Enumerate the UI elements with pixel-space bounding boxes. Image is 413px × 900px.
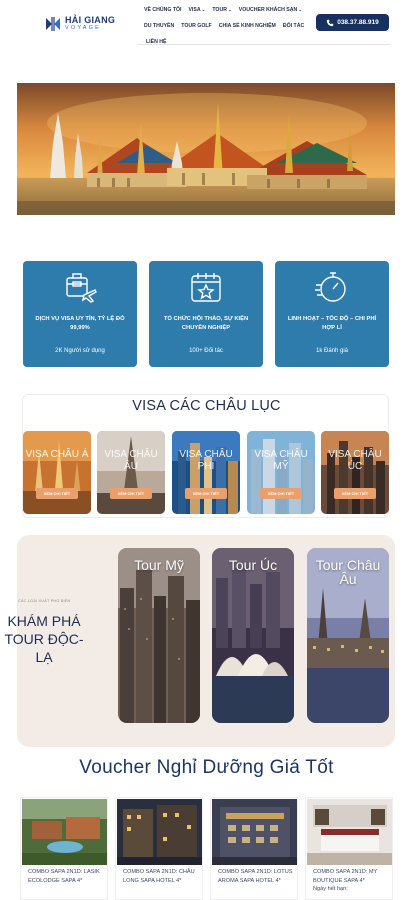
tour-card-australia[interactable]: Tour Úc xyxy=(212,548,294,723)
stat-title: LINH HOẠT – TỐC ĐỘ – CHI PHÍ HỢP LÍ xyxy=(287,316,377,331)
visa-details-button[interactable]: XEM CHI TIẾT xyxy=(185,488,227,499)
visa-details-button[interactable]: XEM CHI TIẾT xyxy=(334,488,376,499)
stat-count: 2K Người sử dụng xyxy=(55,348,105,354)
visa-section-title: VISA CÁC CHÂU LỤC xyxy=(132,398,281,414)
site-header: HẢI GIANG VOYAGE VỀ CHÚNG TÔI VISA⌄ TOUR… xyxy=(0,0,413,48)
header-divider xyxy=(138,44,390,45)
nav-cruise[interactable]: DU THUYỀN xyxy=(144,23,174,29)
voucher-hotel-image xyxy=(22,799,107,865)
visa-card-name: VISA CHÂU PHI xyxy=(179,449,233,472)
tour-card-usa[interactable]: Tour Mỹ xyxy=(118,548,200,723)
visa-card-asia[interactable]: VISA CHÂU Á XEM CHI TIẾT xyxy=(23,431,91,514)
tour-usa-image xyxy=(118,548,200,723)
stat-card-visa: DỊCH VỤ VISA UY TÍN, TỶ LỆ ĐỖ 99,99% 2K … xyxy=(23,261,137,367)
chevron-down-icon: ⌄ xyxy=(298,7,303,12)
voucher-expiry-label: Ngày hết hạn: xyxy=(313,886,348,892)
tour-kicker: CÁC LOẠI XUẤT PHỔ BIẾN xyxy=(18,599,71,603)
hotline-button[interactable]: 038.37.88.919 xyxy=(316,14,389,31)
visa-card-australia[interactable]: VISA CHÂU ÚC XEM CHI TIẾT xyxy=(321,431,389,514)
visa-card-europe[interactable]: VISA CHÂU ÂU XEM CHI TIẾT xyxy=(97,431,165,514)
tour-card-europe[interactable]: Tour Châu Âu xyxy=(307,548,389,723)
stat-title: DỊCH VỤ VISA UY TÍN, TỶ LỆ ĐỖ 99,99% xyxy=(35,316,125,331)
voucher-name: COMBO SAPA 2N1D: LOTUS AROMA SAPA HOTEL … xyxy=(218,869,293,884)
visa-details-button[interactable]: XEM CHI TIẾT xyxy=(110,488,152,499)
tour-card-name: Tour Châu Âu xyxy=(315,557,381,587)
voucher-hotel-image xyxy=(307,799,392,865)
suitcase-plane-icon xyxy=(66,273,97,303)
visa-card-africa[interactable]: VISA CHÂU PHI XEM CHI TIẾT xyxy=(172,431,240,514)
stat-count: 1k Đánh giá xyxy=(315,348,349,354)
visa-details-button[interactable]: XEM CHI TIẾT xyxy=(260,488,302,499)
tour-heading: KHÁM PHÁ TOUR ĐỘC-LẠ xyxy=(4,613,84,665)
voucher-section-title: Voucher Nghỉ Dưỡng Giá Tốt xyxy=(79,757,334,778)
voucher-card[interactable]: COMBO SAPA 2N1D: MY BOUTIQUE SAPA 4* Ngà… xyxy=(305,797,393,900)
logo-icon xyxy=(46,17,60,31)
voucher-name: COMBO SAPA 2N1D: MY BOUTIQUE SAPA 4* xyxy=(313,869,378,884)
stopwatch-icon xyxy=(315,272,346,302)
voucher-hotel-image xyxy=(117,799,202,865)
voucher-card[interactable]: COMBO SAPA 2N1D: LASIK ECOLODGE SAPA 4* xyxy=(20,797,108,900)
visa-card-america[interactable]: VISA CHÂU MỸ XEM CHI TIẾT xyxy=(247,431,315,514)
visa-card-name: VISA CHÂU MỸ xyxy=(254,449,308,472)
voucher-hotel-image xyxy=(212,799,297,865)
tour-card-name: Tour Mỹ xyxy=(134,557,184,573)
nav-golf-tour[interactable]: TOUR GOLF xyxy=(181,23,211,29)
hero-temple-image xyxy=(17,83,395,215)
page: HẢI GIANG VOYAGE VỀ CHÚNG TÔI VISA⌄ TOUR… xyxy=(0,0,413,900)
nav-visa[interactable]: VISA⌄ xyxy=(188,7,205,13)
main-nav: VỀ CHÚNG TÔI VISA⌄ TOUR⌄ VOUCHER KHÁCH S… xyxy=(144,2,304,50)
phone-icon xyxy=(327,19,334,26)
nav-tour[interactable]: TOUR⌄ xyxy=(212,7,231,13)
voucher-name: COMBO SAPA 2N1D: LASIK ECOLODGE SAPA 4* xyxy=(28,869,100,884)
visa-card-name: VISA CHÂU ÚC xyxy=(328,449,382,472)
nav-experience[interactable]: CHIA SẺ KINH NGHIỆM xyxy=(219,23,276,29)
nav-hotel-voucher[interactable]: VOUCHER KHÁCH SẠN⌄ xyxy=(239,7,302,13)
visa-card-name: VISA CHÂU Á xyxy=(25,449,89,460)
voucher-card[interactable]: COMBO SAPA 2N1D: LOTUS AROMA SAPA HOTEL … xyxy=(210,797,298,900)
hero-banner xyxy=(17,83,395,215)
stat-card-speed: LINH HOẠT – TỐC ĐỘ – CHI PHÍ HỢP LÍ 1k Đ… xyxy=(275,261,389,367)
voucher-name: COMBO SAPA 2N1D: CHÂU LONG SAPA HOTEL 4* xyxy=(123,869,195,884)
hotline-number: 038.37.88.919 xyxy=(337,19,379,26)
voucher-card[interactable]: COMBO SAPA 2N1D: CHÂU LONG SAPA HOTEL 4* xyxy=(115,797,203,900)
tour-card-name: Tour Úc xyxy=(228,557,278,573)
stat-card-events: TỔ CHỨC HỘI THẢO, SỰ KIỆN CHUYÊN NGHIỆP … xyxy=(149,261,263,367)
logo[interactable]: HẢI GIANG VOYAGE xyxy=(44,14,116,34)
stat-title: TỔ CHỨC HỘI THẢO, SỰ KIỆN CHUYÊN NGHIỆP xyxy=(163,316,249,331)
visa-details-button[interactable]: XEM CHI TIẾT xyxy=(36,488,78,499)
tour-australia-image xyxy=(212,548,294,723)
stat-count: 100+ Đối tác xyxy=(189,348,223,354)
nav-partners[interactable]: ĐỐI TÁC xyxy=(283,23,304,29)
chevron-down-icon: ⌄ xyxy=(227,7,232,12)
visa-asia-image xyxy=(23,431,91,514)
visa-card-name: VISA CHÂU ÂU xyxy=(104,449,158,472)
calendar-star-icon xyxy=(191,273,221,302)
chevron-down-icon: ⌄ xyxy=(201,7,206,12)
brand-sub: VOYAGE xyxy=(65,25,102,32)
brand-name: HẢI GIANG xyxy=(65,15,116,26)
nav-about[interactable]: VỀ CHÚNG TÔI xyxy=(144,7,181,13)
